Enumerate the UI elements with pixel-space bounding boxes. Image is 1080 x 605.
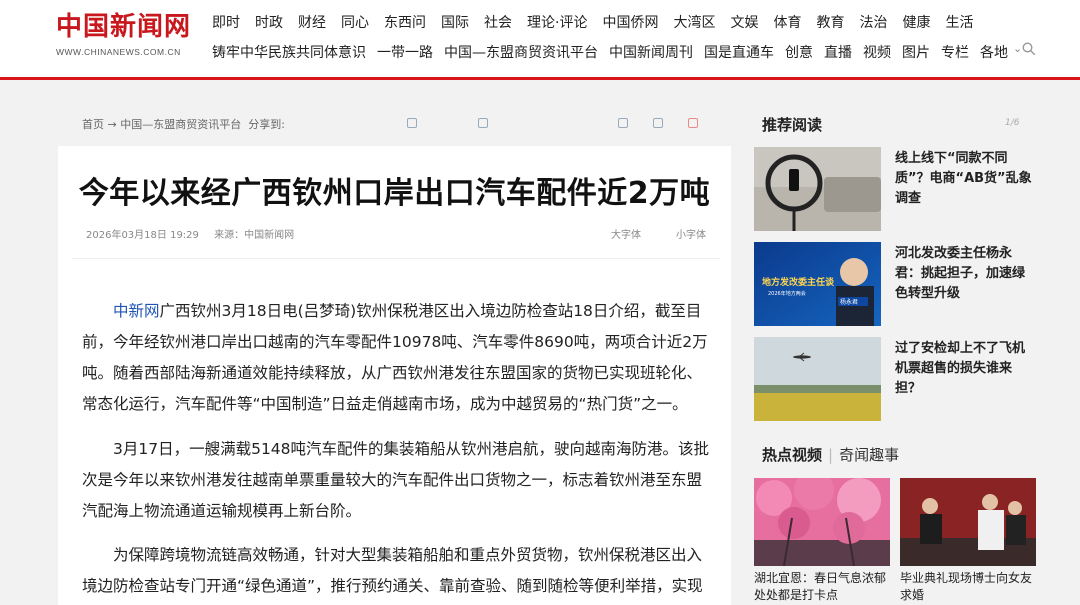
recommend-item[interactable]: 过了安检却上不了飞机 机票超售的损失谁来担？ — [754, 337, 1038, 421]
nav-item[interactable]: 即时 — [212, 12, 240, 32]
nav-item[interactable]: 文娱 — [730, 12, 758, 32]
logo-url: WWW.CHINANEWS.COM.CN — [56, 47, 181, 57]
nav-item[interactable]: 健康 — [902, 12, 930, 32]
breadcrumb-arrow: → — [107, 118, 117, 131]
nav-item[interactable]: 理论·评论 — [527, 12, 587, 32]
chevron-down-icon[interactable]: ⌄ — [1013, 42, 1022, 62]
nav-item[interactable]: 中国侨网 — [602, 12, 658, 32]
nav-item[interactable]: 各地 — [980, 42, 1008, 62]
tab-separator: | — [828, 446, 834, 464]
share-more-icon[interactable] — [688, 118, 698, 128]
nav-item[interactable]: 铸牢中华民族共同体意识 — [212, 42, 366, 62]
nav-item[interactable]: 中国新闻周刊 — [609, 42, 693, 62]
nav-item[interactable]: 专栏 — [941, 42, 969, 62]
nav-item[interactable]: 同心 — [341, 12, 369, 32]
video-caption[interactable]: 毕业典礼现场博士向女友求婚 — [900, 570, 1040, 604]
font-small-button[interactable]: 小字体 — [676, 226, 706, 241]
site-header: 中国新闻网 WWW.CHINANEWS.COM.CN 即时 时政 财经 同心 东西问 国际… — [0, 0, 1080, 80]
recommend-item-text: 河北发改委主任杨永君：挑起担子，加速绿色转型升级 — [895, 246, 1026, 301]
meta-divider — [72, 258, 720, 259]
article-meta: 2026年03月18日 19:29 来源：中国新闻网 — [86, 226, 306, 241]
tab-hot-video[interactable]: 热点视频 — [762, 446, 822, 464]
share-label: 分享到: — [248, 118, 285, 131]
article-title: 今年以来经广西钦州口岸出口汽车配件近2万吨 — [78, 176, 711, 211]
share-qzone-icon[interactable] — [618, 118, 628, 128]
share-wechat-icon[interactable] — [478, 118, 488, 128]
video-tabs: 热点视频 | 奇闻趣事 — [762, 444, 899, 465]
article-body: 今年以来经广西钦州口岸出口汽车配件近2万吨 2026年03月18日 19:29 … — [58, 146, 731, 605]
nav-item[interactable]: 大湾区 — [673, 12, 715, 32]
ring-light-photo — [754, 147, 881, 231]
paragraph-1: 中新网广西钦州3月18日电(吕梦琦)钦州保税港区出入境边防检查站18日介绍，截至… — [82, 296, 712, 420]
nav-item[interactable]: 视频 — [863, 42, 891, 62]
recommend-item[interactable]: 地方发改委主任谈 2026年地方两会 杨永君 河北发改委主任杨永君：挑起担子，加… — [754, 242, 1038, 326]
nav-item[interactable]: 一带一路 — [377, 42, 433, 62]
nav-item[interactable]: 创意 — [785, 42, 813, 62]
search-icon[interactable] — [1022, 42, 1036, 56]
graduation-video-thumbnail[interactable] — [900, 478, 1036, 566]
nav-item[interactable]: 国际 — [441, 12, 469, 32]
tab-curiosities[interactable]: 奇闻趣事 — [839, 446, 899, 464]
nav-item[interactable]: 时政 — [255, 12, 283, 32]
article-source: 来源：中国新闻网 — [214, 230, 295, 241]
source-link[interactable]: 中新网 — [113, 302, 160, 320]
nav-primary: 即时 时政 财经 同心 东西问 国际 社会 理论·评论 中国侨网 大湾区 文娱 体育 教育 法治 健康 生活 — [212, 12, 988, 32]
site-logo[interactable]: 中国新闻网 WWW.CHINANEWS.COM.CN — [56, 12, 192, 57]
font-large-button[interactable]: 大字体 — [611, 226, 641, 241]
nav-item[interactable]: 中国—东盟商贸资讯平台 — [444, 42, 598, 62]
breadcrumb-section[interactable]: 中国—东盟商贸资讯平台 — [120, 118, 241, 131]
banner-name: 杨永君 — [840, 298, 858, 306]
blossom-video-thumbnail[interactable] — [754, 478, 890, 566]
recommend-title: 推荐阅读 — [762, 116, 823, 134]
recommend-item-text: 过了安检却上不了飞机 机票超售的损失谁来担？ — [895, 341, 1026, 396]
nav-item[interactable]: 东西问 — [384, 12, 426, 32]
nav-item[interactable]: 法治 — [859, 12, 887, 32]
nav-item[interactable]: 财经 — [298, 12, 326, 32]
logo-text: 中国新闻网 — [56, 12, 192, 42]
article-date: 2026年03月18日 19:29 — [86, 230, 199, 241]
paragraph-3: 为保障跨境物流链高效畅通，针对大型集装箱船舶和重点外贸货物，钦州保税港区出入境边… — [82, 546, 703, 595]
nav-item[interactable]: 直播 — [824, 42, 852, 62]
nav-item[interactable]: 教育 — [816, 12, 844, 32]
share-weibo-icon[interactable] — [407, 118, 417, 128]
airplane-field-photo — [754, 337, 881, 421]
banner-subtitle: 2026年地方两会 — [768, 290, 806, 297]
nav-item[interactable]: 社会 — [484, 12, 512, 32]
recommend-pager: 1/6 — [1005, 118, 1020, 128]
paragraph-1-text: 广西钦州3月18日电(吕梦琦)钦州保税港区出入境边防检查站18日介绍，截至目前，… — [82, 302, 708, 413]
share-qq-icon[interactable] — [653, 118, 663, 128]
interview-banner-image: 地方发改委主任谈 2026年地方两会 杨永君 — [754, 242, 881, 326]
nav-secondary: 铸牢中华民族共同体意识 一带一路 中国—东盟商贸资讯平台 中国新闻周刊 国是直通车 创意直… — [212, 42, 1033, 62]
recommend-item[interactable]: 线上线下“同款不同质”？电商“AB货”乱象调查 — [754, 147, 1038, 231]
nav-item[interactable]: 体育 — [773, 12, 801, 32]
recommend-item-text: 线上线下“同款不同质”？电商“AB货”乱象调查 — [895, 151, 1032, 206]
banner-title: 地方发改委主任谈 — [762, 276, 835, 288]
breadcrumb: 首页 → 中国—东盟商贸资讯平台 分享到: — [82, 116, 285, 132]
nav-item[interactable]: 生活 — [945, 12, 973, 32]
nav-item[interactable]: 国是直通车 — [704, 42, 774, 62]
nav-item[interactable]: 图片 — [902, 42, 930, 62]
breadcrumb-home[interactable]: 首页 — [82, 118, 104, 131]
paragraph-2: 3月17日，一艘满载5148吨汽车配件的集装箱船从钦州港启航，驶向越南海防港。该… — [82, 440, 710, 520]
video-caption[interactable]: 湖北宜恩：春日气息浓郁 处处都是打卡点 — [754, 570, 894, 604]
